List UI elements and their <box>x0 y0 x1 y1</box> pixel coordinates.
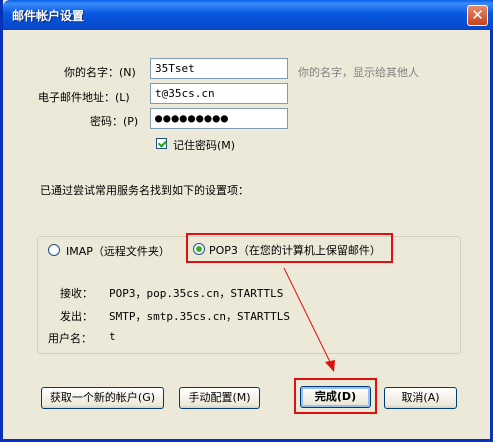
done-button[interactable]: 完成(D) <box>300 386 371 408</box>
manual-config-button[interactable]: 手动配置(M) <box>179 387 260 409</box>
get-new-account-button[interactable]: 获取一个新的帐户(G) <box>41 387 164 409</box>
account-settings-dialog: 邮件帐户设置 ✕ 你的名字：(N) 35Tset 你的名字，显示给其他人 电子邮… <box>0 0 493 442</box>
annotation-arrow <box>283 267 335 372</box>
cancel-button[interactable]: 取消(A) <box>384 387 457 409</box>
